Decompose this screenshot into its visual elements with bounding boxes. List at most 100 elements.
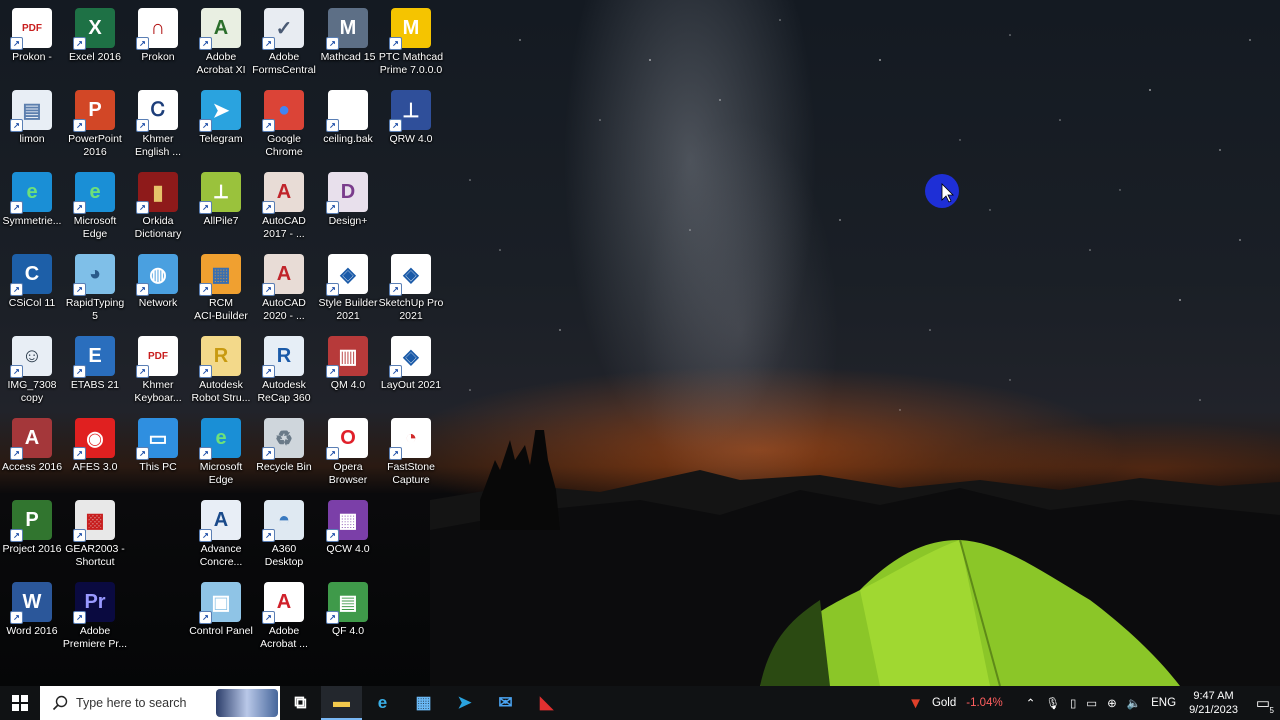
desktop-icon[interactable]: ◔ ↗ FastStone Capture (379, 414, 443, 494)
a360-icon: ◓ ↗ (262, 500, 304, 542)
desktop-icon[interactable]: O ↗ Opera Browser (316, 414, 380, 494)
taskbar-button[interactable]: ▦ (403, 686, 444, 720)
desktop-icon[interactable]: ☺ ↗ IMG_7308 copy (0, 332, 64, 412)
opera-icon: O ↗ (326, 418, 368, 460)
desktop-icon[interactable]: PDF ↗ Khmer Keyboar... (126, 332, 190, 412)
shortcut-arrow-icon: ↗ (389, 37, 402, 50)
desktop-icon[interactable]: ▩ ↗ GEAR2003 - Shortcut (63, 496, 127, 576)
language-indicator[interactable]: ENG (1151, 697, 1176, 709)
shortcut-arrow-icon: ↗ (199, 365, 212, 378)
csicol-icon: C ↗ (10, 254, 52, 296)
clock[interactable]: 9:47 AM 9/21/2023 (1189, 689, 1238, 717)
desktop-icon[interactable]: C ↗ CSiCol 11 (0, 250, 64, 330)
desktop-icon[interactable]: ◍ ↗ Network (126, 250, 190, 330)
layout-icon: ◈ ↗ (389, 336, 431, 378)
taskbar-button[interactable]: e (362, 686, 403, 720)
desktop-icon[interactable]: M ↗ Mathcad 15 (316, 4, 380, 84)
shortcut-arrow-icon: ↗ (73, 447, 86, 460)
desktop-icon[interactable]: e ↗ Microsoft Edge (189, 414, 253, 494)
desktop-icon[interactable]: ▣ ↗ Control Panel (189, 578, 253, 658)
rcm-icon: ▦ ↗ (199, 254, 241, 296)
desktop-icon[interactable]: Ꮯ ↗ Khmer English ... (126, 86, 190, 166)
desktop-icon[interactable]: e ↗ Symmetrie... (0, 168, 64, 248)
desktop-icon[interactable]: ▥ ↗ QM 4.0 (316, 332, 380, 412)
desktop-icon[interactable]: ⟂ ↗ AllPile7 (189, 168, 253, 248)
device-icon[interactable]: ▯ (1070, 696, 1076, 710)
taskbar-button[interactable]: ✉ (485, 686, 526, 720)
desktop-icon[interactable]: R ↗ Autodesk ReCap 360 (252, 332, 316, 412)
desktop-icon[interactable]: ▮ ↗ Orkida Dictionary (126, 168, 190, 248)
ticker-name[interactable]: Gold (932, 697, 956, 709)
shortcut-arrow-icon: ↗ (136, 37, 149, 50)
desktop-icon[interactable]: ♻ ↗ Recycle Bin (252, 414, 316, 494)
desktop-icon[interactable]: ◕ ↗ RapidTyping 5 (63, 250, 127, 330)
desktop-icon[interactable]: ⊥ ↗ QRW 4.0 (379, 86, 443, 166)
notifications-button[interactable]: ▭ 5 (1246, 686, 1280, 720)
microphone-icon[interactable]: 🎙 (1045, 696, 1060, 710)
gold-ticker-icon: ▼ (908, 694, 923, 712)
etabs-icon: E ↗ (73, 336, 115, 378)
search-box[interactable]: Type here to search (40, 686, 280, 720)
shortcut-arrow-icon: ↗ (199, 283, 212, 296)
desktop-icon[interactable]: A ↗ Access 2016 (0, 414, 64, 494)
desktop-icon[interactable]: D ↗ Design+ (316, 168, 380, 248)
desktop-icon[interactable]: ∩ ↗ Prokon (126, 4, 190, 84)
taskbar-button[interactable]: ⧉ (280, 686, 321, 720)
chevron-up-icon[interactable]: ⌃ (1026, 696, 1036, 710)
desktop-icon[interactable]: A ↗ AutoCAD 2020 - ... (252, 250, 316, 330)
acrobat-icon: A ↗ (262, 582, 304, 624)
desktop-icon[interactable]: ▦ ↗ RCM ACI-Builder (189, 250, 253, 330)
desktop-icon[interactable]: ➤ ↗ Telegram (189, 86, 253, 166)
desktop-icon[interactable]: ◈ ↗ LayOut 2021 (379, 332, 443, 412)
desktop-icon-label: QRW 4.0 (389, 133, 433, 145)
desktop-icon[interactable]: E ↗ ETABS 21 (63, 332, 127, 412)
desktop-icon[interactable]: ◈ ↗ SketchUp Pro 2021 (379, 250, 443, 330)
desktop-icon[interactable]: P ↗ Project 2016 (0, 496, 64, 576)
desktop-icon[interactable]: ◈ ↗ Style Builder 2021 (316, 250, 380, 330)
desktop-icon[interactable]: ↗ ceiling.bak (316, 86, 380, 166)
desktop-icon[interactable]: A ↗ Adobe Acrobat ... (252, 578, 316, 658)
start-button[interactable] (0, 686, 40, 720)
edge-icon: e (377, 693, 388, 712)
edge-icon: e ↗ (199, 418, 241, 460)
desktop-icon-label: Adobe Premiere Pr... (62, 625, 128, 650)
desktop-icon[interactable]: A ↗ AutoCAD 2017 - ... (252, 168, 316, 248)
taskbar-button[interactable]: ▬ (321, 686, 362, 720)
desktop-icon[interactable]: ✓ ↗ Adobe FormsCentral (252, 4, 316, 84)
desktop-icon[interactable]: ◉ ↗ AFES 3.0 (63, 414, 127, 494)
desktop-icon[interactable]: PDF ↗ Prokon - (0, 4, 64, 84)
volume-icon[interactable]: 🔈 (1127, 696, 1141, 710)
advance-concrete-icon: A ↗ (199, 500, 241, 542)
desktop-icon[interactable]: A ↗ Advance Concre... (189, 496, 253, 576)
allpile-icon: ⟂ ↗ (199, 172, 241, 214)
desktop-icon[interactable]: ◓ ↗ A360 Desktop (252, 496, 316, 576)
desktop-icon[interactable]: ▤ ↗ QF 4.0 (316, 578, 380, 658)
desktop-icon[interactable]: ▦ ↗ QCW 4.0 (316, 496, 380, 576)
desktop-icon[interactable]: Pr ↗ Adobe Premiere Pr... (63, 578, 127, 658)
desktop-icon[interactable]: P ↗ PowerPoint 2016 (63, 86, 127, 166)
desktop-icon-label: Design+ (328, 215, 368, 227)
prokon-icon: ∩ ↗ (136, 8, 178, 50)
desktop-icon[interactable]: M ↗ PTC Mathcad Prime 7.0.0.0 (379, 4, 443, 84)
desktop-icon[interactable]: X ↗ Excel 2016 (63, 4, 127, 84)
shortcut-arrow-icon: ↗ (262, 201, 275, 214)
globe-icon[interactable]: ⊕ (1107, 696, 1117, 710)
limon-icon: ▤ ↗ (10, 90, 52, 132)
ticker-change[interactable]: -1.04% (966, 697, 1002, 709)
gear-icon: ▩ ↗ (73, 500, 115, 542)
battery-icon[interactable]: ▭ (1086, 696, 1097, 710)
shortcut-arrow-icon: ↗ (326, 365, 339, 378)
desktop-icon[interactable]: ▤ ↗ limon (0, 86, 64, 166)
access-icon: A ↗ (10, 418, 52, 460)
desktop-icon[interactable]: A ↗ Adobe Acrobat XI (189, 4, 253, 84)
dictionary-icon: ▮ ↗ (136, 172, 178, 214)
taskbar-button[interactable]: ◣ (526, 686, 567, 720)
taskbar-button[interactable]: ➤ (444, 686, 485, 720)
qf-icon: ▤ ↗ (326, 582, 368, 624)
desktop-icon[interactable]: ▭ ↗ This PC (126, 414, 190, 494)
desktop-icon[interactable]: e ↗ Microsoft Edge (63, 168, 127, 248)
shortcut-arrow-icon: ↗ (326, 201, 339, 214)
desktop-icon[interactable]: R ↗ Autodesk Robot Stru... (189, 332, 253, 412)
desktop-icon[interactable]: W ↗ Word 2016 (0, 578, 64, 658)
desktop-icon[interactable]: ● ↗ Google Chrome (252, 86, 316, 166)
